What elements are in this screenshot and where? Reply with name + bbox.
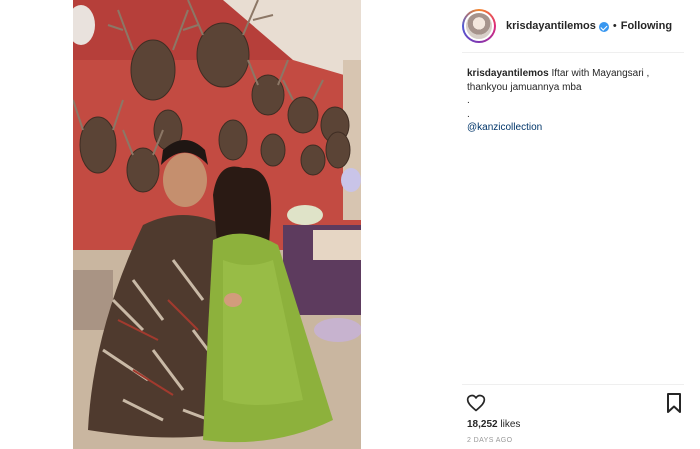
avatar-photo: [464, 11, 494, 41]
likes-label: likes: [500, 419, 521, 430]
post-actions: [464, 391, 684, 415]
post-timestamp: 2 DAYS AGO: [467, 437, 513, 444]
bookmark-icon[interactable]: [666, 393, 682, 413]
header-username[interactable]: krisdayantilemos: [506, 20, 596, 32]
actions-divider: [462, 384, 684, 385]
caption-text-1: Iftar with Mayangsari ,: [551, 68, 650, 79]
header-divider: [462, 52, 684, 53]
likes-number: 18,252: [467, 419, 498, 430]
post-photo[interactable]: [73, 0, 361, 449]
post-header: krisdayantilemos • Following: [462, 8, 688, 44]
header-separator: •: [612, 20, 617, 32]
heart-icon[interactable]: [466, 393, 486, 413]
caption-text-2: thankyou jamuannya mba: [467, 81, 582, 93]
user-avatar[interactable]: [462, 9, 496, 43]
post-caption: krisdayantilemos Iftar with Mayangsari ,…: [467, 67, 683, 135]
caption-line-1: krisdayantilemos Iftar with Mayangsari ,: [467, 67, 683, 81]
caption-dot-1: .: [467, 95, 470, 106]
caption-username[interactable]: krisdayantilemos: [467, 68, 549, 79]
following-button[interactable]: Following: [621, 20, 672, 32]
caption-dot-2: .: [467, 108, 470, 120]
caption-mention-link[interactable]: @kanzicollection: [467, 122, 542, 133]
likes-count[interactable]: 18,252 likes: [467, 419, 520, 430]
verified-badge-icon: [598, 22, 609, 32]
